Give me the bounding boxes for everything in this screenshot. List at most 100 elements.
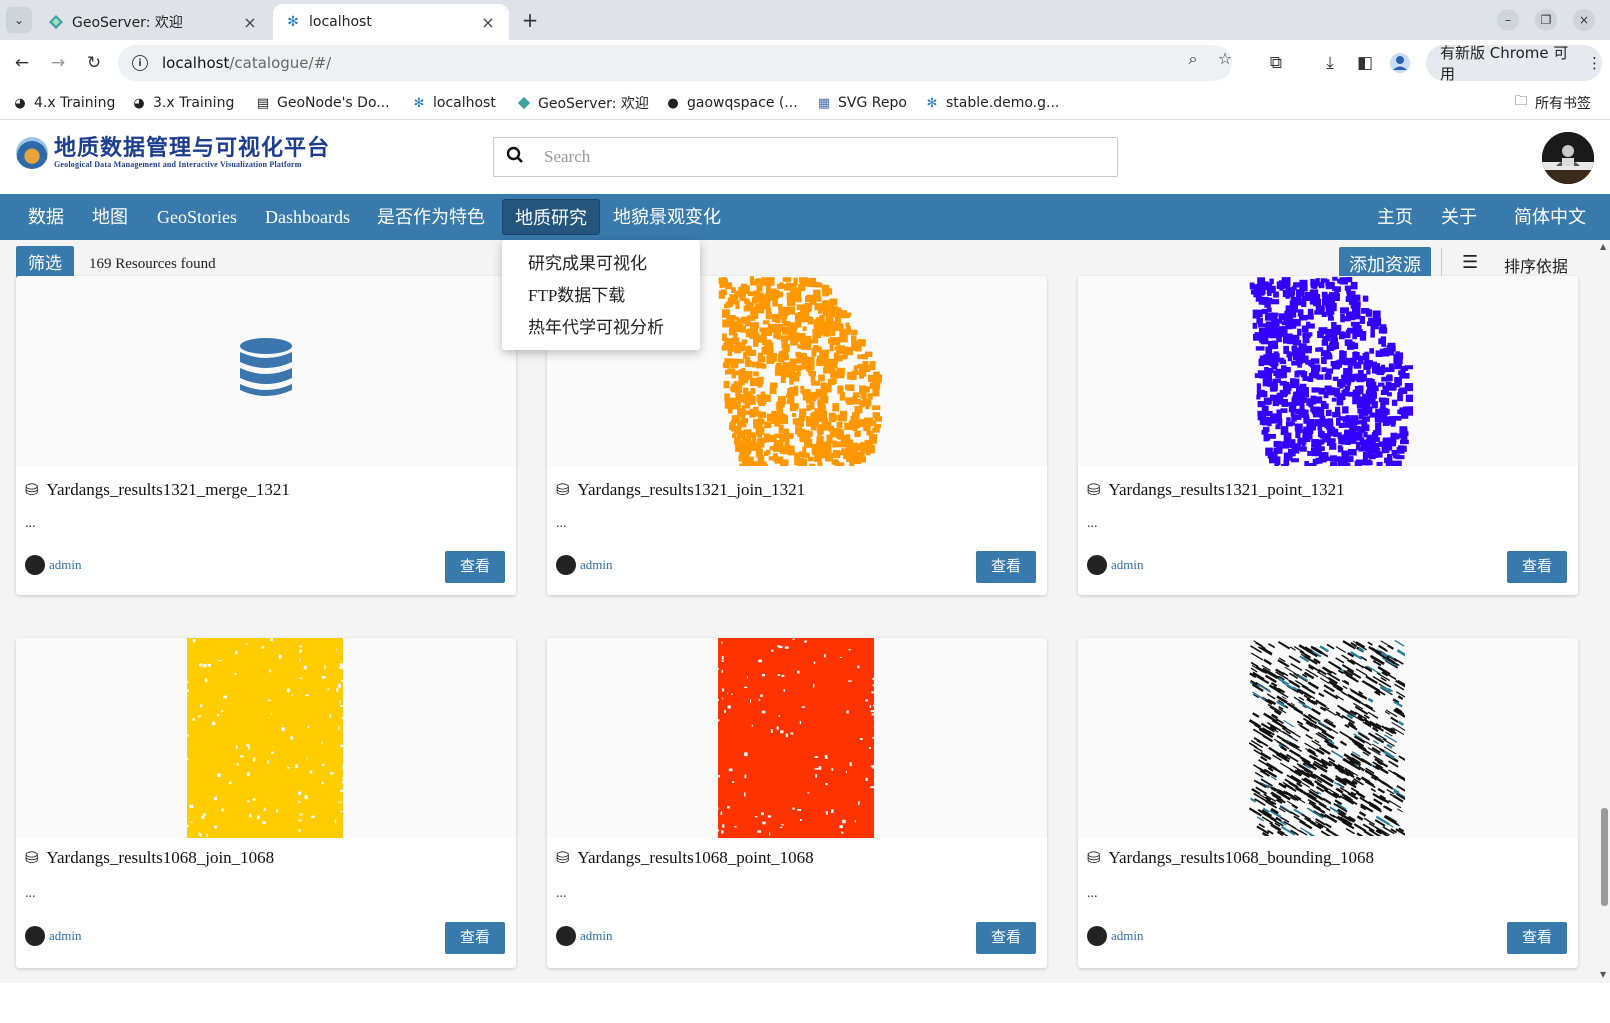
zoom-icon[interactable]: ⌕: [1183, 49, 1203, 69]
card-thumbnail[interactable]: [1078, 276, 1578, 466]
forward-arrow-icon[interactable]: →: [46, 51, 70, 75]
all-bookmarks[interactable]: 🗀 所有书签: [1513, 93, 1591, 113]
search-box[interactable]: [493, 137, 1118, 177]
resource-card[interactable]: ⛁ Yardangs_results1068_join_1068 ... admi…: [16, 638, 516, 968]
card-owner[interactable]: admin: [556, 555, 613, 575]
view-button[interactable]: 查看: [445, 551, 505, 583]
nav-item-landscape-change[interactable]: 地貌景观变化: [613, 194, 721, 240]
dropdown-item-ftp-download[interactable]: FTP数据下载: [502, 280, 700, 312]
card-thumbnail[interactable]: [16, 638, 516, 838]
avatar: [556, 926, 576, 946]
page-scrollbar[interactable]: ▲ ▼: [1598, 240, 1610, 983]
bookmark-item[interactable]: ▤ GeoNode's Do...: [255, 93, 390, 113]
nav-item-maps[interactable]: 地图: [92, 194, 128, 240]
view-button[interactable]: 查看: [976, 922, 1036, 954]
resource-card[interactable]: ⛁ Yardangs_results1068_bounding_1068 ... …: [1078, 638, 1578, 968]
reload-icon[interactable]: ↻: [82, 51, 106, 75]
card-owner[interactable]: admin: [25, 926, 82, 946]
scroll-up-icon[interactable]: ▲: [1600, 242, 1606, 251]
browser-tab-strip: ⌄ GeoServer: 欢迎 × ✻ localhost × + – ❐ ×: [0, 0, 1610, 40]
list-view-icon[interactable]: ☰: [1462, 252, 1478, 273]
card-title[interactable]: ⛁ Yardangs_results1068_bounding_1068: [1087, 848, 1374, 868]
star-bookmark-icon[interactable]: ☆: [1215, 49, 1235, 69]
logo-title: 地质数据管理与可视化平台: [54, 135, 331, 161]
extensions-puzzle-icon[interactable]: ⧉: [1264, 51, 1288, 75]
avatar: [1087, 555, 1107, 575]
database-icon: ⛁: [25, 850, 39, 867]
back-arrow-icon[interactable]: ←: [10, 51, 34, 75]
nav-item-featured[interactable]: 是否作为特色: [377, 194, 485, 240]
nav-item-geology-research[interactable]: 地质研究: [502, 199, 600, 235]
nav-item-about[interactable]: 关于: [1441, 194, 1477, 240]
svgrepo-icon: ▦: [817, 95, 831, 111]
window-close-icon[interactable]: ×: [1573, 9, 1595, 31]
resource-card[interactable]: ⛁ Yardangs_results1321_merge_1321 ... adm…: [16, 276, 516, 595]
nav-item-dashboards[interactable]: Dashboards: [265, 194, 350, 240]
search-input[interactable]: [544, 147, 1104, 167]
resource-card[interactable]: ⛁ Yardangs_results1321_point_1321 ... adm…: [1078, 276, 1578, 595]
restore-icon[interactable]: ❐: [1535, 9, 1557, 31]
search-icon: [506, 146, 526, 168]
browser-tab-geoserver[interactable]: GeoServer: 欢迎 ×: [36, 4, 271, 40]
card-title[interactable]: ⛁ Yardangs_results1321_join_1321: [556, 480, 805, 500]
bookmark-item[interactable]: ▦ SVG Repo: [816, 93, 907, 113]
avatar: [556, 555, 576, 575]
logo-subtitle: Geological Data Management and Interacti…: [54, 160, 302, 169]
bookmark-item[interactable]: ◕ 4.x Training: [12, 93, 115, 113]
view-button[interactable]: 查看: [445, 922, 505, 954]
bookmark-item[interactable]: ✻ localhost: [411, 93, 496, 113]
view-button[interactable]: 查看: [1507, 922, 1567, 954]
bookmark-item[interactable]: ● gaowqspace (...: [665, 93, 797, 113]
card-description: ...: [556, 516, 567, 531]
view-button[interactable]: 查看: [976, 551, 1036, 583]
card-thumbnail[interactable]: [547, 638, 1047, 838]
snowflake-icon: ✻: [926, 95, 938, 111]
tab-search-chevron-icon[interactable]: ⌄: [6, 7, 32, 33]
close-icon[interactable]: ×: [241, 13, 259, 32]
scroll-down-icon[interactable]: ▼: [1600, 970, 1606, 979]
main-nav: 数据 地图 GeoStories Dashboards 是否作为特色 地质研究 …: [0, 194, 1610, 240]
minimize-icon[interactable]: –: [1497, 9, 1519, 31]
card-title[interactable]: ⛁ Yardangs_results1068_join_1068: [25, 848, 274, 868]
card-thumbnail[interactable]: [16, 276, 516, 466]
card-description: ...: [25, 516, 36, 531]
nav-item-geostories[interactable]: GeoStories: [157, 194, 237, 240]
user-avatar[interactable]: [1542, 132, 1594, 184]
download-icon[interactable]: ⤓: [1318, 51, 1342, 75]
chrome-update-button[interactable]: 有新版 Chrome 可用 ⋮: [1426, 44, 1602, 83]
tab-title: GeoServer: 欢迎: [72, 15, 183, 31]
profile-icon[interactable]: [1388, 51, 1412, 75]
site-info-icon[interactable]: i: [132, 55, 148, 71]
close-icon[interactable]: ×: [479, 13, 497, 32]
card-owner[interactable]: admin: [25, 555, 82, 575]
card-title[interactable]: ⛁ Yardangs_results1321_merge_1321: [25, 480, 290, 500]
view-button[interactable]: 查看: [1507, 551, 1567, 583]
avatar: [1087, 926, 1107, 946]
card-thumbnail[interactable]: [1078, 638, 1578, 838]
card-title[interactable]: ⛁ Yardangs_results1068_point_1068: [556, 848, 814, 868]
card-title[interactable]: ⛁ Yardangs_results1321_point_1321: [1087, 480, 1345, 500]
browser-tab-localhost[interactable]: ✻ localhost ×: [273, 4, 509, 40]
resource-card[interactable]: ⛁ Yardangs_results1068_point_1068 ... adm…: [547, 638, 1047, 968]
scrollbar-thumb[interactable]: [1601, 808, 1608, 906]
bookmark-item[interactable]: GeoServer: 欢迎: [516, 93, 649, 113]
side-panel-icon[interactable]: ◧: [1353, 51, 1377, 75]
address-bar[interactable]: i localhost/catalogue/#/: [118, 45, 1232, 81]
bookmark-item[interactable]: ◕ 3.x Training: [131, 93, 234, 113]
card-owner[interactable]: admin: [1087, 926, 1144, 946]
new-tab-plus-icon[interactable]: +: [518, 8, 542, 32]
nav-item-home[interactable]: 主页: [1377, 194, 1413, 240]
card-owner[interactable]: admin: [556, 926, 613, 946]
dropdown-item-thermochronology[interactable]: 热年代学可视分析: [502, 312, 700, 344]
site-logo[interactable]: 地质数据管理与可视化平台 Geological Data Management …: [16, 136, 330, 169]
card-description: ...: [1087, 516, 1098, 531]
logo-emblem-icon: [16, 136, 48, 169]
sort-button[interactable]: 排序依据: [1504, 253, 1568, 277]
card-owner[interactable]: admin: [1087, 555, 1144, 575]
nav-item-data[interactable]: 数据: [28, 194, 64, 240]
nav-item-language[interactable]: 简体中文: [1514, 194, 1586, 240]
dropdown-item-results-viz[interactable]: 研究成果可视化: [502, 248, 700, 280]
resource-count: 169 Resources found: [89, 256, 216, 272]
card-description: ...: [556, 886, 567, 901]
bookmark-item[interactable]: ✻ stable.demo.g...: [924, 93, 1060, 113]
